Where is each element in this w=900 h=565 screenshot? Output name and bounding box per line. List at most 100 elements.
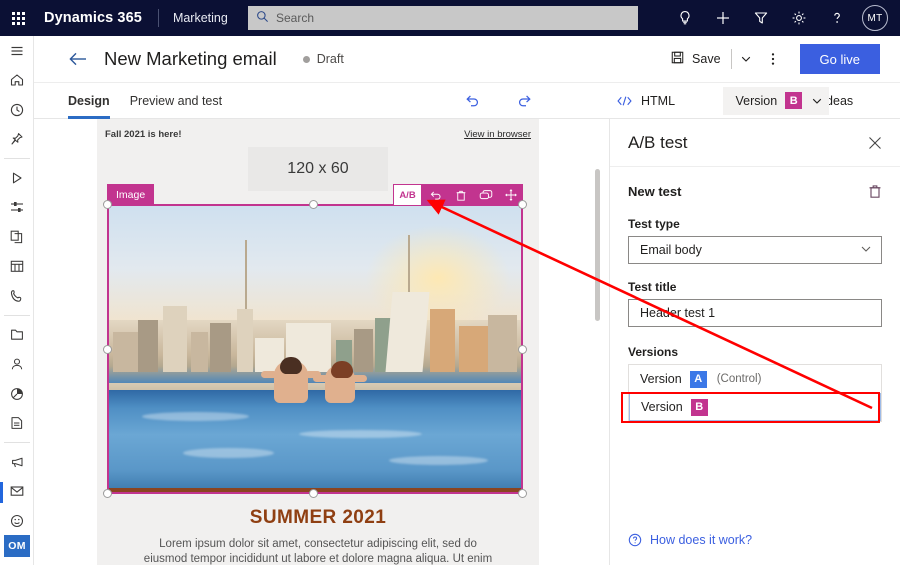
top-navigation-bar: Dynamics 365 Marketing Search MT <box>0 0 900 36</box>
ab-test-button[interactable]: A/B <box>394 185 421 205</box>
building <box>209 323 231 372</box>
search-icon <box>256 10 269 26</box>
sidebar-item-phone[interactable] <box>0 281 34 311</box>
building <box>488 314 517 372</box>
email-headline[interactable]: SUMMER 2021 <box>97 507 539 529</box>
building <box>354 329 373 372</box>
view-in-browser-link[interactable]: View in browser <box>464 129 531 140</box>
tab-design[interactable]: Design <box>68 83 110 119</box>
version-chevron-down-icon <box>811 95 823 107</box>
arm <box>351 375 368 383</box>
app-root: Dynamics 365 Marketing Search MT OM New … <box>0 0 900 565</box>
resize-handle-s[interactable] <box>309 489 318 498</box>
version-a-row[interactable]: Version A (Control) <box>629 365 881 393</box>
person-right <box>313 361 368 404</box>
version-selector[interactable]: Version B <box>723 86 830 115</box>
editor-tab-bar: Design Preview and test HTML Content ide… <box>34 83 900 119</box>
trash-icon[interactable] <box>868 183 882 199</box>
sidebar-item-pinned[interactable] <box>0 125 34 155</box>
undo-icon[interactable] <box>454 83 490 119</box>
version-badge-b: B <box>690 398 708 416</box>
question-icon[interactable] <box>818 0 856 36</box>
sidebar-item-analytics[interactable] <box>0 379 34 409</box>
test-type-dropdown[interactable]: Email body <box>628 236 882 264</box>
test-title-input[interactable]: Header test 1 <box>628 299 882 327</box>
sidebar-item-files[interactable] <box>0 320 34 350</box>
duplicate-icon[interactable] <box>473 184 498 206</box>
gear-icon[interactable] <box>780 0 818 36</box>
version-b-row[interactable]: Version B <box>629 393 881 421</box>
command-bar: New Marketing email Draft Save Go live <box>34 36 900 83</box>
lightbulb-icon[interactable] <box>666 0 704 36</box>
html-label: HTML <box>641 93 676 108</box>
email-document: Fall 2021 is here! View in browser 120 x… <box>97 119 539 565</box>
command-bar-actions: Save Go live <box>670 44 880 74</box>
version-b-label: Version <box>641 400 683 414</box>
sidebar-item-segments[interactable] <box>0 193 34 223</box>
html-button[interactable]: HTML <box>616 94 675 108</box>
save-button[interactable]: Save <box>670 50 721 68</box>
logo-placeholder[interactable]: 120 x 60 <box>248 147 388 191</box>
sidebar-item-surveys[interactable] <box>0 506 34 536</box>
building <box>430 308 456 372</box>
search-input[interactable]: Search <box>248 6 638 30</box>
test-type-value: Email body <box>640 243 702 257</box>
sidebar-item-templates[interactable] <box>0 408 34 438</box>
sidebar-item-campaigns[interactable] <box>0 447 34 477</box>
app-name: Marketing <box>172 11 228 25</box>
app-launcher-icon[interactable] <box>0 0 36 36</box>
resize-handle-se[interactable] <box>518 489 527 498</box>
pool-water <box>109 389 521 490</box>
canvas-scrollbar[interactable] <box>595 169 600 321</box>
panel-body: New test Test type Email body Test title… <box>610 167 900 565</box>
sidebar-item-events[interactable] <box>0 252 34 282</box>
sidebar-item-pages[interactable] <box>0 222 34 252</box>
version-a-note: (Control) <box>716 373 762 385</box>
resize-handle-ne[interactable] <box>518 200 527 209</box>
sidebar-item-contacts[interactable] <box>0 349 34 379</box>
save-options-chevron-down-icon[interactable] <box>734 45 758 73</box>
user-org-badge[interactable]: OM <box>4 535 30 557</box>
new-test-label: New test <box>628 183 682 199</box>
save-label: Save <box>692 52 721 66</box>
sidebar-item-recent[interactable] <box>0 95 34 125</box>
plus-icon[interactable] <box>704 0 742 36</box>
go-live-button[interactable]: Go live <box>799 44 880 74</box>
hero-image <box>109 206 521 492</box>
resize-handle-n[interactable] <box>309 200 318 209</box>
email-body-text[interactable]: Lorem ipsum dolor sit amet, consectetur … <box>143 537 493 565</box>
search-placeholder: Search <box>276 11 315 25</box>
resize-handle-w[interactable] <box>103 345 112 354</box>
redo-icon[interactable] <box>506 83 542 119</box>
sidebar-item-hamburger[interactable] <box>0 36 34 66</box>
how-does-it-work-link[interactable]: How does it work? <box>628 533 752 547</box>
more-commands-icon[interactable] <box>758 45 788 73</box>
top-nav-icons: MT <box>666 0 892 36</box>
filter-icon[interactable] <box>742 0 780 36</box>
new-test-row: New test <box>628 183 882 199</box>
avatar[interactable]: MT <box>862 5 888 31</box>
rail-divider-2 <box>3 314 30 316</box>
sidebar-item-journeys[interactable] <box>0 163 34 193</box>
status-text: Draft <box>316 52 344 66</box>
page-title: New Marketing email <box>104 48 277 69</box>
undo-icon[interactable] <box>423 184 448 206</box>
status-badge: Draft <box>302 52 344 66</box>
left-rail: OM <box>0 36 34 565</box>
resize-handle-sw[interactable] <box>103 489 112 498</box>
trash-icon[interactable] <box>448 184 473 206</box>
resize-handle-nw[interactable] <box>103 200 112 209</box>
sidebar-item-marketing-emails[interactable] <box>0 476 34 506</box>
sidebar-item-home[interactable] <box>0 66 34 96</box>
resize-handle-e[interactable] <box>518 345 527 354</box>
back-arrow-icon[interactable] <box>68 51 88 67</box>
tab-preview-and-test[interactable]: Preview and test <box>130 83 222 119</box>
close-icon[interactable] <box>868 136 882 150</box>
panel-header: A/B test <box>610 119 900 167</box>
email-canvas[interactable]: Fall 2021 is here! View in browser 120 x… <box>34 119 609 565</box>
test-type-label: Test type <box>628 217 680 231</box>
test-title-label: Test title <box>628 280 677 294</box>
image-block[interactable]: Image A/B <box>103 184 527 498</box>
brand-title: Dynamics 365 <box>44 10 142 26</box>
building <box>113 331 138 372</box>
